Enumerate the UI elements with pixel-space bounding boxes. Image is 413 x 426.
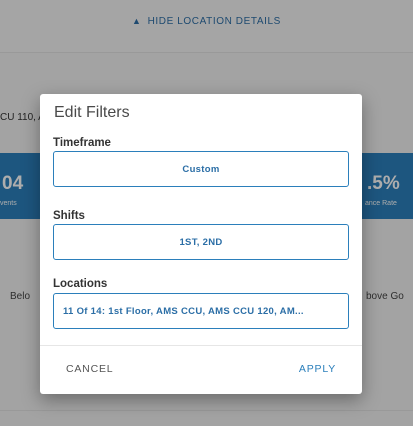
edit-filters-dialog: Edit Filters Timeframe Custom Shifts 1ST… — [40, 94, 362, 394]
dialog-title: Edit Filters — [54, 104, 130, 121]
timeframe-selector[interactable]: Custom — [53, 151, 349, 187]
timeframe-value: Custom — [182, 163, 220, 175]
dialog-footer-divider — [40, 345, 362, 346]
locations-label: Locations — [53, 278, 108, 290]
apply-button[interactable]: APPLY — [299, 363, 336, 375]
shifts-value: 1ST, 2ND — [179, 236, 223, 248]
locations-selector[interactable]: 11 Of 14: 1st Floor, AMS CCU, AMS CCU 12… — [53, 293, 349, 329]
cancel-button[interactable]: CANCEL — [66, 363, 113, 375]
shifts-label: Shifts — [53, 210, 85, 222]
timeframe-label: Timeframe — [53, 137, 111, 149]
locations-value: 11 Of 14: 1st Floor, AMS CCU, AMS CCU 12… — [63, 305, 304, 317]
shifts-selector[interactable]: 1ST, 2ND — [53, 224, 349, 260]
